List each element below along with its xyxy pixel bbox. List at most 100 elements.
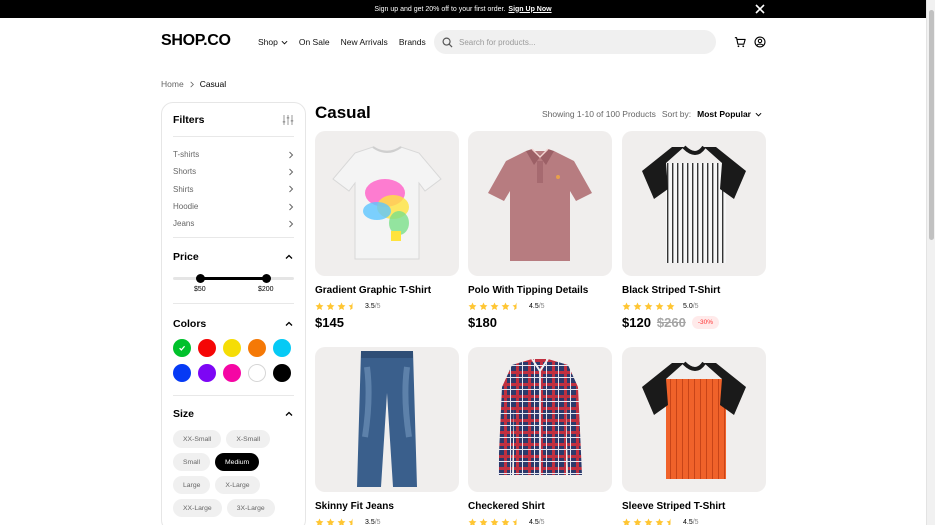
rating-denominator: /5 bbox=[538, 303, 545, 310]
product-name[interactable]: Polo With Tipping Details bbox=[468, 285, 588, 296]
product-image[interactable] bbox=[622, 347, 766, 492]
product-rating: 5.0/5 bbox=[622, 302, 699, 311]
product-card[interactable]: Gradient Graphic T-Shirt 3.5/5 $145 bbox=[315, 131, 459, 330]
star-icon bbox=[644, 302, 653, 311]
rating-value: 4.5/5 bbox=[683, 519, 699, 525]
product-name[interactable]: Gradient Graphic T-Shirt bbox=[315, 285, 431, 296]
search-input[interactable] bbox=[459, 37, 699, 47]
category-label: Shirts bbox=[173, 184, 194, 194]
size-row: XX-Large 3X-Large bbox=[173, 499, 297, 517]
product-image[interactable] bbox=[315, 347, 459, 492]
product-card[interactable]: Black Striped T-Shirt 5.0/5 $120 $260 -3… bbox=[622, 131, 766, 330]
nav-shop[interactable]: Shop bbox=[258, 37, 288, 47]
size-option[interactable]: XX-Large bbox=[173, 499, 222, 517]
search-bar[interactable] bbox=[434, 30, 716, 54]
size-option[interactable]: X-Large bbox=[215, 476, 260, 494]
color-swatch[interactable] bbox=[173, 364, 191, 382]
product-name[interactable]: Skinny Fit Jeans bbox=[315, 501, 394, 512]
nav-brands[interactable]: Brands bbox=[399, 37, 426, 47]
star-icon bbox=[337, 302, 346, 311]
color-swatch[interactable] bbox=[198, 339, 216, 357]
logo[interactable]: SHOP.CO bbox=[161, 32, 231, 50]
results-count: Showing 1-10 of 100 Products bbox=[541, 109, 656, 119]
rating-stars bbox=[622, 302, 675, 311]
rating-denominator: /5 bbox=[538, 519, 545, 525]
rating-score: 3.5 bbox=[365, 519, 375, 525]
size-option[interactable]: Medium bbox=[215, 453, 260, 471]
category-item-shorts[interactable]: Shorts bbox=[173, 163, 294, 180]
discount-badge: -30% bbox=[691, 316, 720, 329]
size-option[interactable]: X-Small bbox=[226, 430, 271, 448]
color-swatch[interactable] bbox=[223, 339, 241, 357]
category-item-jeans[interactable]: Jeans bbox=[173, 215, 294, 232]
color-swatch[interactable] bbox=[173, 339, 191, 357]
category-item-shirts[interactable]: Shirts bbox=[173, 181, 294, 198]
product-rating: 4.5/5 bbox=[468, 302, 545, 311]
nav-on-sale[interactable]: On Sale bbox=[299, 37, 330, 47]
close-icon[interactable] bbox=[754, 3, 766, 15]
product-rating: 3.5/5 bbox=[315, 302, 381, 311]
category-item-tshirts[interactable]: T-shirts bbox=[173, 146, 294, 163]
color-swatch[interactable] bbox=[223, 364, 241, 382]
scrollbar-thumb[interactable] bbox=[929, 10, 934, 240]
size-option[interactable]: Small bbox=[173, 453, 210, 471]
rating-denominator: /5 bbox=[692, 519, 699, 525]
nav-new-arrivals[interactable]: New Arrivals bbox=[341, 37, 388, 47]
product-card[interactable]: Sleeve Striped T-Shirt 4.5/5 bbox=[622, 347, 766, 525]
product-card[interactable]: Skinny Fit Jeans 3.5/5 bbox=[315, 347, 459, 525]
color-swatch[interactable] bbox=[248, 364, 266, 382]
star-icon bbox=[337, 518, 346, 525]
rating-value: 4.5/5 bbox=[529, 303, 545, 310]
category-label: Shorts bbox=[173, 167, 197, 177]
category-label: T-shirts bbox=[173, 150, 200, 160]
sort-dropdown[interactable]: Most Popular bbox=[697, 109, 762, 119]
product-image[interactable] bbox=[622, 131, 766, 276]
half-star-icon bbox=[512, 518, 517, 525]
slider-max-handle[interactable] bbox=[262, 274, 271, 283]
size-option[interactable]: Large bbox=[173, 476, 211, 494]
check-icon bbox=[179, 345, 186, 351]
results-toolbar: Showing 1-10 of 100 Products Sort by: Mo… bbox=[542, 109, 762, 119]
product-prices: $180 bbox=[468, 315, 497, 330]
size-option[interactable]: XX-Small bbox=[173, 430, 222, 448]
color-swatch[interactable] bbox=[273, 364, 291, 382]
star-icon bbox=[490, 302, 499, 311]
account-icon[interactable] bbox=[754, 36, 766, 48]
half-star-icon bbox=[512, 302, 517, 311]
divider bbox=[173, 136, 294, 137]
color-swatch[interactable] bbox=[273, 339, 291, 357]
star-icon bbox=[622, 302, 631, 311]
product-image[interactable] bbox=[315, 131, 459, 276]
product-card[interactable]: Polo With Tipping Details 4.5/5 $180 bbox=[468, 131, 612, 330]
page-title: Casual bbox=[315, 103, 371, 122]
size-option[interactable]: 3X-Large bbox=[226, 499, 275, 517]
color-swatch[interactable] bbox=[198, 364, 216, 382]
size-row: XX-Small X-Small bbox=[173, 430, 297, 448]
chevron-up-icon[interactable] bbox=[284, 319, 294, 329]
product-price: $145 bbox=[315, 315, 344, 330]
colors-title: Colors bbox=[173, 318, 207, 330]
sign-up-link[interactable]: Sign Up Now bbox=[508, 6, 551, 13]
star-icon bbox=[644, 518, 653, 525]
chevron-up-icon[interactable] bbox=[284, 252, 294, 262]
page-scrollbar[interactable] bbox=[926, 0, 935, 525]
color-swatch[interactable] bbox=[248, 339, 266, 357]
color-swatches bbox=[173, 339, 297, 382]
slider-min-handle[interactable] bbox=[196, 274, 205, 283]
cart-icon[interactable] bbox=[734, 36, 746, 48]
product-image[interactable] bbox=[468, 131, 612, 276]
chevron-right-icon bbox=[289, 168, 294, 176]
star-icon bbox=[315, 302, 324, 311]
chevron-right-icon bbox=[289, 151, 294, 158]
product-name[interactable]: Checkered Shirt bbox=[468, 501, 545, 512]
product-image[interactable] bbox=[468, 347, 612, 492]
product-card[interactable]: Checkered Shirt 4.5/5 bbox=[468, 347, 612, 525]
product-name[interactable]: Black Striped T-Shirt bbox=[622, 285, 720, 296]
chevron-up-icon[interactable] bbox=[284, 409, 294, 419]
price-slider[interactable]: $50 $200 bbox=[173, 274, 294, 297]
category-item-hoodie[interactable]: Hoodie bbox=[173, 198, 294, 215]
breadcrumb-home[interactable]: Home bbox=[161, 79, 184, 89]
chevron-right-icon bbox=[289, 203, 294, 210]
product-name[interactable]: Sleeve Striped T-Shirt bbox=[622, 501, 725, 512]
filter-settings-icon[interactable] bbox=[282, 114, 294, 126]
